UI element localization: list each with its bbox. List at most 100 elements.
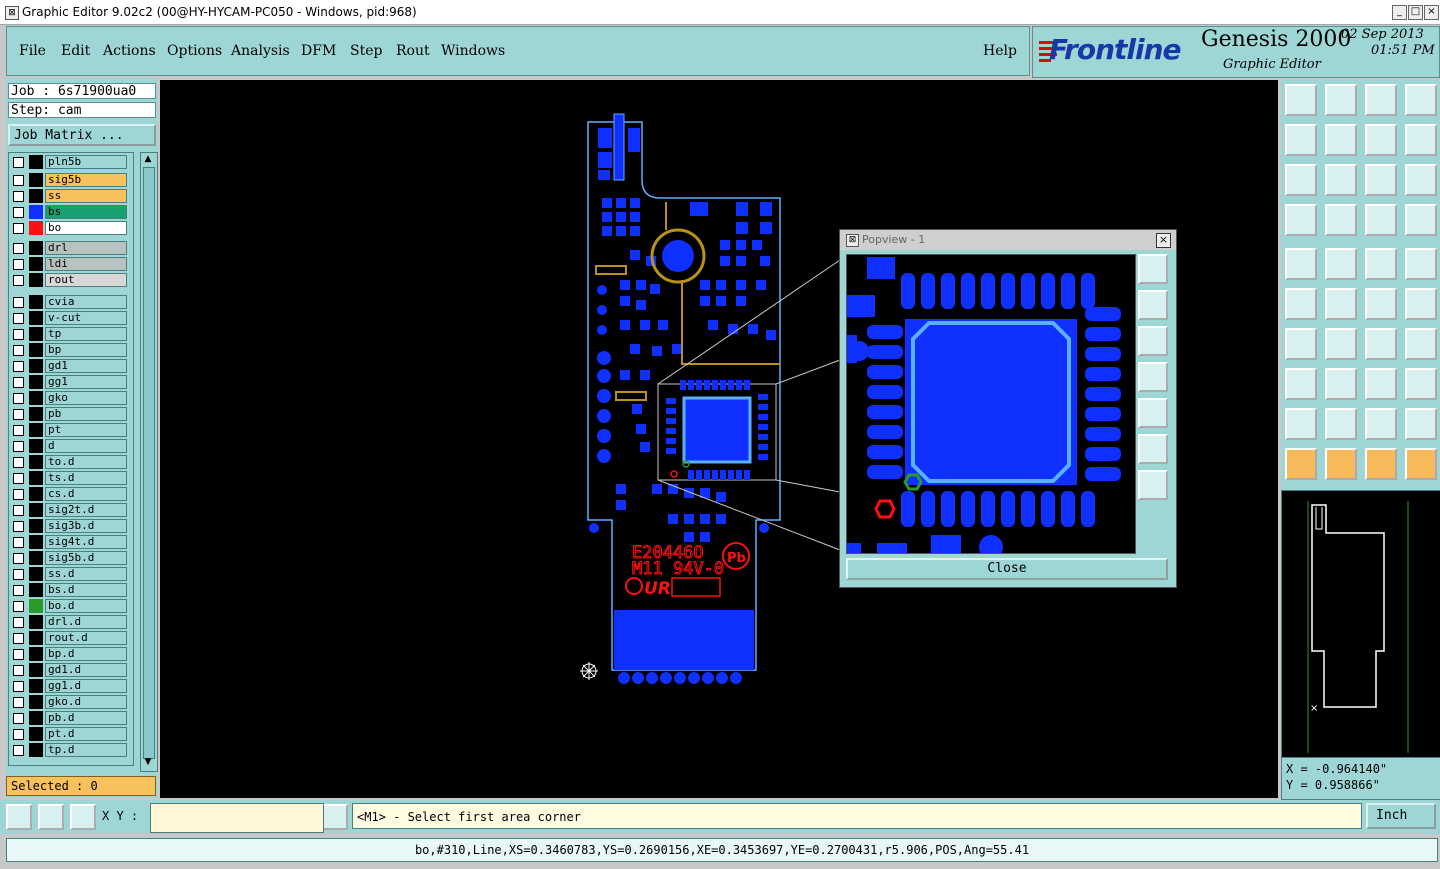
- layer-row[interactable]: ts.d: [9, 471, 133, 485]
- layer-row[interactable]: gko: [9, 391, 133, 405]
- layer-color-swatch[interactable]: [29, 551, 43, 565]
- layer-checkbox[interactable]: [13, 297, 24, 308]
- tri-blue-icon[interactable]: [1325, 408, 1357, 440]
- layer-color-swatch[interactable]: [29, 205, 43, 219]
- minus-icon[interactable]: [1325, 368, 1357, 400]
- layer-row[interactable]: sig4t.d: [9, 535, 133, 549]
- tri-mix-icon[interactable]: [1365, 408, 1397, 440]
- pop-pan-up-icon[interactable]: [1138, 290, 1168, 320]
- layer-color-swatch[interactable]: [29, 407, 43, 421]
- layer-name[interactable]: to.d: [45, 455, 127, 469]
- layer-name[interactable]: rout: [45, 273, 127, 287]
- layer-name[interactable]: cs.d: [45, 487, 127, 501]
- layer-name[interactable]: sig5b.d: [45, 551, 127, 565]
- shapes-icon[interactable]: [1405, 368, 1437, 400]
- pointer-box-icon[interactable]: [1365, 448, 1397, 480]
- layer-row[interactable]: bo: [9, 221, 133, 235]
- layer-color-swatch[interactable]: [29, 487, 43, 501]
- xy-input[interactable]: [150, 803, 324, 833]
- menu-edit[interactable]: Edit: [61, 43, 90, 59]
- layer-row[interactable]: tp.d: [9, 743, 133, 757]
- layer-color-swatch[interactable]: [29, 439, 43, 453]
- layer-checkbox[interactable]: [13, 665, 24, 676]
- menu-windows[interactable]: Windows: [441, 43, 505, 59]
- layer-row[interactable]: bs: [9, 205, 133, 219]
- layer-row[interactable]: bs.d: [9, 583, 133, 597]
- route-icon[interactable]: [1365, 204, 1397, 236]
- layer-row[interactable]: pt: [9, 423, 133, 437]
- menu-actions[interactable]: Actions: [103, 43, 156, 59]
- layer-name[interactable]: gg1: [45, 375, 127, 389]
- popview-window[interactable]: ⊠ Popview - 1 × Close: [839, 229, 1177, 588]
- layer-checkbox[interactable]: [13, 329, 24, 340]
- layer-name[interactable]: bs: [45, 205, 127, 219]
- layer-color-swatch[interactable]: [29, 519, 43, 533]
- menu-options[interactable]: Options: [167, 43, 222, 59]
- menu-step[interactable]: Step: [350, 43, 382, 59]
- layer-name[interactable]: gg1.d: [45, 679, 127, 693]
- layer-checkbox[interactable]: [13, 521, 24, 532]
- layer-checkbox[interactable]: [13, 393, 24, 404]
- scroll-down-icon[interactable]: ▼: [142, 757, 154, 767]
- layer-name[interactable]: drl: [45, 241, 127, 255]
- layer-row[interactable]: sig5b: [9, 173, 133, 187]
- layer-name[interactable]: pt: [45, 423, 127, 437]
- scale-1-2-icon[interactable]: [1365, 164, 1397, 196]
- layer-name[interactable]: bo.d: [45, 599, 127, 613]
- layer-row[interactable]: sig5b.d: [9, 551, 133, 565]
- layer-checkbox[interactable]: [13, 745, 24, 756]
- popview-close-button[interactable]: Close: [846, 558, 1168, 580]
- layer-row[interactable]: sig2t.d: [9, 503, 133, 517]
- app-icon[interactable]: ⊠: [5, 6, 19, 20]
- layer-row[interactable]: pt.d: [9, 727, 133, 741]
- layer-row[interactable]: drl.d: [9, 615, 133, 629]
- layer-checkbox[interactable]: [13, 207, 24, 218]
- menu-rout[interactable]: Rout: [396, 43, 430, 59]
- layer-color-swatch[interactable]: [29, 189, 43, 203]
- layer-name[interactable]: v-cut: [45, 311, 127, 325]
- layer-name[interactable]: d: [45, 439, 127, 453]
- layer-color-swatch[interactable]: [29, 455, 43, 469]
- layer-row[interactable]: sig3b.d: [9, 519, 133, 533]
- menu-help[interactable]: Help: [983, 43, 1017, 59]
- layer-row[interactable]: pln5b: [9, 155, 133, 169]
- layer-checkbox[interactable]: [13, 681, 24, 692]
- layer-color-swatch[interactable]: [29, 173, 43, 187]
- layer-color-swatch[interactable]: [29, 359, 43, 373]
- pop-pan-down-icon[interactable]: [1138, 326, 1168, 356]
- layer-checkbox[interactable]: [13, 537, 24, 548]
- pad-add-icon[interactable]: [1285, 368, 1317, 400]
- layer-row[interactable]: gd1: [9, 359, 133, 373]
- layer-color-swatch[interactable]: [29, 375, 43, 389]
- layer-color-swatch[interactable]: [29, 241, 43, 255]
- layer-name[interactable]: drl.d: [45, 615, 127, 629]
- layer-name[interactable]: sig4t.d: [45, 535, 127, 549]
- layer-color-swatch[interactable]: [29, 391, 43, 405]
- layer-name[interactable]: bp: [45, 343, 127, 357]
- measure-mode-icon[interactable]: [70, 804, 96, 830]
- pop-center-icon[interactable]: [1138, 470, 1168, 500]
- move-icon[interactable]: [1365, 288, 1397, 320]
- layer-checkbox[interactable]: [13, 409, 24, 420]
- layer-color-swatch[interactable]: [29, 599, 43, 613]
- layer-name[interactable]: rout.d: [45, 631, 127, 645]
- minimize-icon[interactable]: _: [1392, 5, 1407, 20]
- edit-icon[interactable]: [1325, 248, 1357, 280]
- pop-pan-left-icon[interactable]: [1138, 362, 1168, 392]
- window-icon[interactable]: [1405, 84, 1437, 116]
- layer-name[interactable]: gd1.d: [45, 663, 127, 677]
- layer-checkbox[interactable]: [13, 175, 24, 186]
- delete-icon[interactable]: [1325, 288, 1357, 320]
- layer-name[interactable]: sig3b.d: [45, 519, 127, 533]
- scroll-thumb[interactable]: [143, 167, 155, 759]
- layer-name[interactable]: gko: [45, 391, 127, 405]
- layer-color-swatch[interactable]: [29, 679, 43, 693]
- layer-row[interactable]: pb.d: [9, 711, 133, 725]
- grid-icon[interactable]: [1325, 204, 1357, 236]
- layer-color-swatch[interactable]: [29, 567, 43, 581]
- layer-checkbox[interactable]: [13, 313, 24, 324]
- text-icon[interactable]: [1405, 328, 1437, 360]
- select-icon[interactable]: [1285, 248, 1317, 280]
- layer-checkbox[interactable]: [13, 553, 24, 564]
- popview-close-icon[interactable]: ×: [1156, 233, 1171, 248]
